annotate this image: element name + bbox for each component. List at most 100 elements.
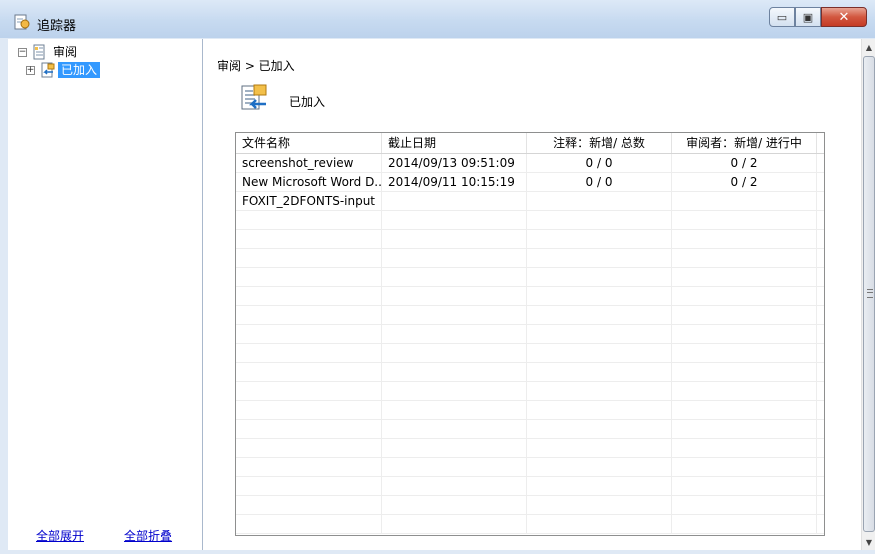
empty-cell [382,325,527,343]
scroll-up-arrow-icon[interactable]: ▲ [862,39,875,55]
minimize-button[interactable]: ▭ [769,7,795,27]
empty-cell [236,325,382,343]
table-row[interactable]: screenshot_review 2014/09/13 09:51:09 0 … [236,154,824,173]
tree-label-joined[interactable]: 已加入 [58,62,101,78]
close-icon: ✕ [838,9,850,25]
empty-cell [527,344,672,362]
empty-cell [382,420,527,438]
review-icon [33,44,45,60]
empty-cell [236,401,382,419]
column-header-deadline[interactable]: 截止日期 [382,133,527,153]
breadcrumb: 审阅 > 已加入 [217,59,295,73]
window-controls: ▭ ▣ ✕ [769,7,867,27]
minimize-icon: ▭ [776,10,788,24]
empty-cell [527,363,672,381]
empty-cell [672,249,817,267]
cell-deadline: 2014/09/11 10:15:19 [382,173,527,191]
empty-cell [236,458,382,476]
tree-node-joined[interactable]: + 已加入 [26,61,101,79]
collapse-toggle-icon[interactable]: − [18,47,27,57]
empty-cell [672,363,817,381]
empty-cell [672,344,817,362]
cell-filename: FOXIT_2DFONTS-input [236,192,382,210]
empty-table-row [236,344,824,363]
empty-table-row [236,439,824,458]
vertical-scrollbar[interactable]: ▲ ▼ [861,39,875,550]
scroll-down-arrow-icon[interactable]: ▼ [862,534,875,550]
column-header-filename[interactable]: 文件名称 [236,133,382,153]
window-title: 追踪器 [37,19,77,34]
cell-filename: screenshot_review [236,154,382,172]
column-header-comments[interactable]: 注释：新增/ 总数 [527,133,672,153]
empty-cell [236,382,382,400]
column-header-reviewers[interactable]: 审阅者：新增/ 进行中 [672,133,817,153]
content-pane: 审阅 > 已加入 已加入 文件名称 截止日期 注释：新增/ 总数 审阅者：新增/… [203,39,861,550]
table-row[interactable]: FOXIT_2DFONTS-input [236,192,824,211]
empty-cell [527,249,672,267]
tree-node-review[interactable]: − 审阅 [18,43,100,61]
empty-cell [672,268,817,286]
empty-cell [527,515,672,533]
empty-cell [382,306,527,324]
empty-table-row [236,420,824,439]
empty-cell [527,325,672,343]
empty-cell [672,287,817,305]
empty-table-row [236,382,824,401]
empty-cell [382,287,527,305]
empty-cell [527,401,672,419]
title-bar[interactable]: 追踪器 ▭ ▣ ✕ [0,0,875,38]
empty-cell [236,230,382,248]
empty-cell [382,458,527,476]
empty-cell [527,477,672,495]
empty-cell [236,477,382,495]
empty-cell [382,496,527,514]
empty-cell [382,363,527,381]
table-row[interactable]: New Microsoft Word D... 2014/09/11 10:15… [236,173,824,192]
empty-cell [236,306,382,324]
empty-table-row [236,211,824,230]
tree-actions: 全部展开 全部折叠 [36,527,172,544]
tree-label-review[interactable]: 审阅 [50,44,80,60]
empty-cell [236,268,382,286]
empty-cell [236,344,382,362]
empty-cell [236,439,382,457]
collapse-all-link[interactable]: 全部折叠 [124,527,172,544]
empty-cell [236,420,382,438]
maximize-button[interactable]: ▣ [795,7,821,27]
empty-cell [672,401,817,419]
empty-cell [236,249,382,267]
cell-reviewers [672,192,817,210]
empty-table-row [236,401,824,420]
empty-cell [527,287,672,305]
cell-deadline: 2014/09/13 09:51:09 [382,154,527,172]
empty-cell [527,306,672,324]
cell-comments: 0 / 0 [527,154,672,172]
expand-toggle-icon[interactable]: + [26,65,35,75]
empty-cell [382,477,527,495]
empty-cell [672,306,817,324]
empty-table-row [236,268,824,287]
cell-deadline [382,192,527,210]
empty-cell [672,477,817,495]
empty-cell [527,382,672,400]
empty-cell [382,268,527,286]
close-button[interactable]: ✕ [821,7,867,27]
empty-table-row [236,325,824,344]
empty-cell [382,515,527,533]
empty-cell [382,344,527,362]
empty-cell [236,211,382,229]
empty-cell [527,496,672,514]
empty-cell [382,230,527,248]
empty-cell [672,420,817,438]
scroll-thumb[interactable] [863,56,875,532]
empty-cell [527,420,672,438]
cell-reviewers: 0 / 2 [672,154,817,172]
empty-table-row [236,458,824,477]
empty-cell [672,458,817,476]
expand-all-link[interactable]: 全部展开 [36,527,84,544]
empty-cell [382,439,527,457]
empty-table-row [236,249,824,268]
empty-cell [672,496,817,514]
cell-comments [527,192,672,210]
empty-cell [236,287,382,305]
